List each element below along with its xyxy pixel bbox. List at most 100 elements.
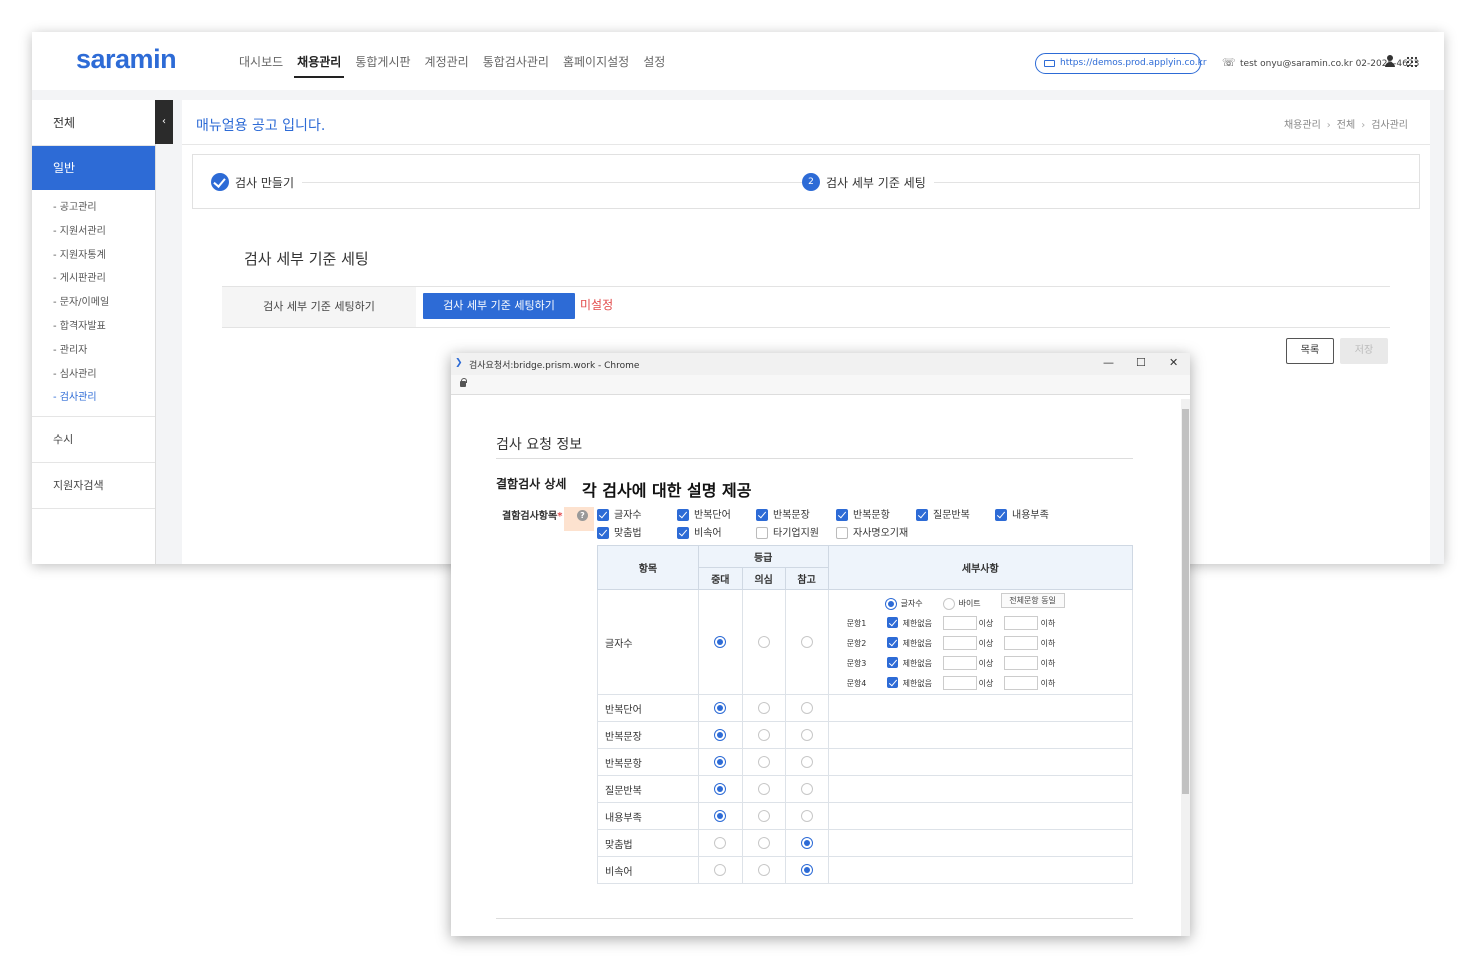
popup-address-bar[interactable] xyxy=(451,375,1190,395)
sidebar-item-applications[interactable]: - 지원서관리 xyxy=(53,220,155,244)
max-input[interactable] xyxy=(1003,636,1038,650)
checkbox-checked[interactable] xyxy=(597,509,609,521)
checkbox-repeat-word[interactable]: 반복단어 xyxy=(677,509,731,523)
radio-suspect[interactable] xyxy=(757,783,770,795)
max-input[interactable] xyxy=(1003,676,1038,690)
radio-major[interactable] xyxy=(714,837,727,849)
unlimited-checkbox[interactable] xyxy=(886,637,898,648)
nav-recruit-management[interactable]: 채용관리 xyxy=(290,54,348,78)
radio-major[interactable] xyxy=(714,783,727,795)
radio-suspect[interactable] xyxy=(757,837,770,849)
nav-assessment[interactable]: 통합검사관리 xyxy=(476,54,556,78)
sidebar-item-managers[interactable]: - 관리자 xyxy=(53,339,155,363)
checkbox-other-company[interactable]: 타기업지원 xyxy=(756,527,819,541)
min-input[interactable] xyxy=(942,616,977,630)
radio-major[interactable] xyxy=(714,702,727,714)
unit-char-option[interactable]: 글자수 xyxy=(884,598,923,610)
sidebar-item-rolling[interactable]: 수시 xyxy=(32,417,155,464)
radio-suspect[interactable] xyxy=(757,702,770,714)
nav-homepage-settings[interactable]: 홈페이지설정 xyxy=(556,54,636,78)
list-button[interactable]: 목록 xyxy=(1286,338,1334,364)
radio-major[interactable] xyxy=(714,756,727,768)
max-input[interactable] xyxy=(1003,616,1038,630)
checkbox-checked[interactable] xyxy=(597,527,609,539)
popup-scrollbar[interactable] xyxy=(1181,399,1190,936)
unlimited-checkbox[interactable] xyxy=(886,617,898,628)
save-button[interactable]: 저장 xyxy=(1340,338,1388,364)
nav-settings[interactable]: 설정 xyxy=(636,54,672,78)
minimize-button[interactable]: — xyxy=(1103,356,1114,369)
max-input[interactable] xyxy=(1003,656,1038,670)
sidebar-item-sms-email[interactable]: - 문자/이메일 xyxy=(53,291,155,315)
saramin-logo[interactable]: saramin xyxy=(76,44,177,75)
checkbox-checked[interactable] xyxy=(677,509,689,521)
radio-suspect[interactable] xyxy=(757,636,770,648)
same-for-all-button[interactable]: 전체문항 동일 xyxy=(1000,593,1065,608)
sidebar-item-assessment[interactable]: - 검사관리 xyxy=(53,386,155,410)
sidebar-item-applicant-search[interactable]: 지원자검색 xyxy=(32,463,155,510)
unlimited-checkbox[interactable] xyxy=(886,677,898,688)
checkbox-repeat-sentence[interactable]: 반복문장 xyxy=(756,509,810,523)
sidebar-collapse-button[interactable]: ‹ xyxy=(155,100,173,144)
radio-suspect[interactable] xyxy=(757,810,770,822)
min-input[interactable] xyxy=(942,656,977,670)
checkbox-checked[interactable] xyxy=(836,509,848,521)
checkbox-profanity[interactable]: 비속어 xyxy=(677,527,722,541)
sidebar-item-board[interactable]: - 게시판관리 xyxy=(53,267,155,291)
checkbox-repeat-question[interactable]: 반복문항 xyxy=(836,509,890,523)
checkbox-checked[interactable] xyxy=(916,509,928,521)
checkbox-company-name-error[interactable]: 자사명오기재 xyxy=(836,527,908,541)
checkbox-question-repeat[interactable]: 질문반복 xyxy=(916,509,970,523)
radio-major[interactable] xyxy=(714,810,727,822)
step-create[interactable]: 검사 만들기 xyxy=(211,173,303,191)
nav-account[interactable]: 계정관리 xyxy=(418,54,476,78)
nav-board[interactable]: 통합게시판 xyxy=(348,54,417,78)
radio-major[interactable] xyxy=(714,864,727,876)
checkbox-char-count[interactable]: 글자수 xyxy=(597,509,642,523)
homepage-url-link[interactable]: https://demos.prod.applyin.co.kr xyxy=(1035,53,1207,74)
scrollbar-thumb[interactable] xyxy=(1182,409,1189,794)
breadcrumb-item[interactable]: 채용관리 xyxy=(1284,120,1321,131)
sidebar-title[interactable]: 전체 xyxy=(32,100,155,146)
checkbox-checked[interactable] xyxy=(677,527,689,539)
radio-unit-byte[interactable] xyxy=(942,598,955,610)
checkbox-unchecked[interactable] xyxy=(756,527,768,539)
apps-grid-icon[interactable] xyxy=(1406,56,1417,67)
radio-reference[interactable] xyxy=(800,783,813,795)
maximize-button[interactable]: ☐ xyxy=(1136,356,1146,369)
checkbox-checked[interactable] xyxy=(995,509,1007,521)
radio-reference[interactable] xyxy=(800,810,813,822)
detail-setting-button[interactable]: 검사 세부 기준 세팅하기 xyxy=(423,293,575,319)
checkbox-unchecked[interactable] xyxy=(836,527,848,539)
sidebar-item-review[interactable]: - 심사관리 xyxy=(53,363,155,387)
radio-reference[interactable] xyxy=(800,702,813,714)
breadcrumb-item[interactable]: 전체 xyxy=(1337,120,1355,131)
radio-reference[interactable] xyxy=(800,837,813,849)
radio-unit-char[interactable] xyxy=(884,598,897,610)
checkbox-lack-content[interactable]: 내용부족 xyxy=(995,509,1049,523)
radio-reference[interactable] xyxy=(800,756,813,768)
sidebar-item-job-posting[interactable]: - 공고관리 xyxy=(53,196,155,220)
radio-major[interactable] xyxy=(714,636,727,648)
checkbox-spelling[interactable]: 맞춤법 xyxy=(597,527,642,541)
radio-major[interactable] xyxy=(714,729,727,741)
radio-reference[interactable] xyxy=(800,864,813,876)
sidebar-item-statistics[interactable]: - 지원자통계 xyxy=(53,244,155,268)
radio-reference[interactable] xyxy=(800,636,813,648)
sidebar-item-announcement[interactable]: - 합격자발표 xyxy=(53,315,155,339)
radio-suspect[interactable] xyxy=(757,729,770,741)
nav-dashboard[interactable]: 대시보드 xyxy=(232,54,290,78)
checkbox-checked[interactable] xyxy=(756,509,768,521)
step-detail-setting[interactable]: 2 검사 세부 기준 세팅 xyxy=(802,173,934,191)
min-input[interactable] xyxy=(942,676,977,690)
radio-suspect[interactable] xyxy=(757,864,770,876)
min-input[interactable] xyxy=(942,636,977,650)
unlimited-checkbox[interactable] xyxy=(886,657,898,668)
close-button[interactable]: ✕ xyxy=(1169,356,1178,369)
help-icon[interactable]: ? xyxy=(577,510,588,521)
user-icon[interactable] xyxy=(1384,55,1396,67)
sidebar-group-general[interactable]: 일반 xyxy=(32,146,155,190)
unit-byte-option[interactable]: 바이트 xyxy=(942,598,981,610)
radio-reference[interactable] xyxy=(800,729,813,741)
radio-suspect[interactable] xyxy=(757,756,770,768)
